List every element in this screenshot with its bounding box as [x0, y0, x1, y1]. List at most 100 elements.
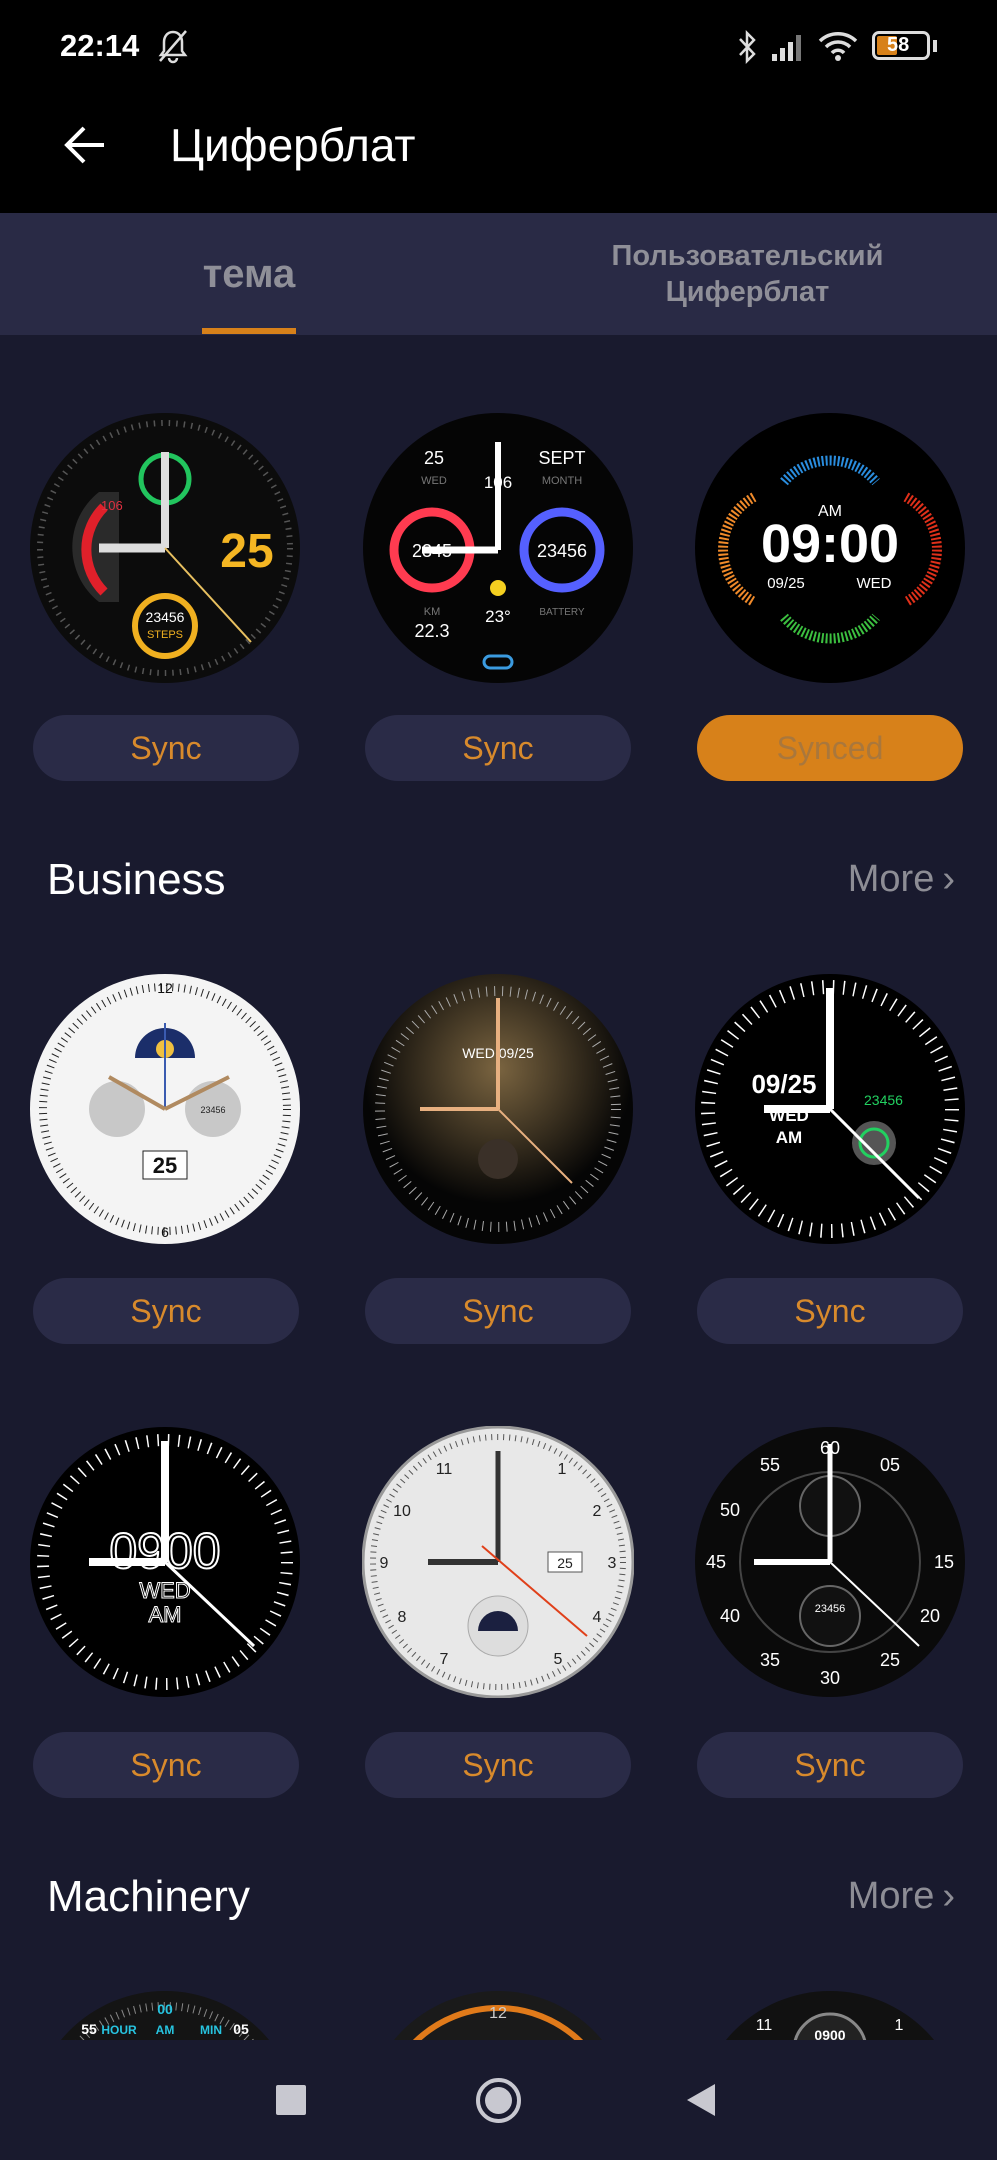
svg-text:7: 7	[440, 1651, 449, 1668]
home-circle-icon[interactable]	[476, 2078, 521, 2123]
chevron-right-icon: ›	[942, 858, 955, 900]
sync-button[interactable]: Sync	[33, 1278, 299, 1344]
sync-button[interactable]: Sync	[33, 1732, 299, 1798]
svg-text:25: 25	[557, 1555, 573, 1571]
svg-text:20: 20	[920, 1606, 940, 1626]
svg-text:15: 15	[934, 1552, 954, 1572]
sync-button[interactable]: Sync	[33, 715, 299, 781]
watchface-machinery-2[interactable]: 12	[362, 1990, 634, 2040]
svg-text:AM: AM	[776, 1128, 802, 1147]
svg-text:BATTERY: BATTERY	[539, 607, 585, 618]
synced-button[interactable]: Synced	[697, 715, 963, 781]
sync-button[interactable]: Sync	[697, 1732, 963, 1798]
svg-text:9: 9	[380, 1555, 389, 1572]
svg-text:106: 106	[101, 498, 123, 513]
svg-text:HOUR: HOUR	[101, 2023, 137, 2037]
more-label: More	[847, 858, 935, 900]
svg-text:23456: 23456	[537, 541, 587, 561]
svg-text:50: 50	[720, 1500, 740, 1520]
svg-text:10: 10	[393, 1503, 411, 1520]
signal-icon	[772, 35, 801, 61]
watchface-machinery-1[interactable]: 00 55 05 HOUR AM MIN	[29, 1990, 301, 2040]
svg-text:SEPT: SEPT	[538, 448, 585, 468]
svg-text:05: 05	[880, 1455, 900, 1475]
svg-text:MONTH: MONTH	[542, 475, 582, 487]
tab-custom-label: Пользовательский Циферблат	[611, 240, 884, 308]
watchface-machinery-3[interactable]: 11 1 0900	[694, 1990, 966, 2040]
svg-text:35: 35	[760, 1650, 780, 1670]
business-more-link[interactable]: More ›	[848, 858, 955, 901]
sync-button[interactable]: Sync	[365, 715, 631, 781]
svg-text:55: 55	[760, 1455, 780, 1475]
tab-custom-watchface[interactable]: Пользовательский Циферблат	[600, 213, 895, 335]
more-label: More	[847, 1875, 935, 1917]
svg-text:23456: 23456	[815, 1603, 846, 1615]
tab-bar: тема Пользовательский Циферблат	[0, 213, 997, 335]
svg-text:4: 4	[593, 1609, 602, 1626]
watchface-business-6[interactable]: 60 05 55 50 45 15 40 20 35 25 30 23456	[694, 1426, 966, 1698]
svg-text:AM: AM	[156, 2023, 175, 2037]
page-title: Циферблат	[170, 119, 416, 171]
bell-off-icon	[158, 30, 188, 64]
svg-text:1: 1	[558, 1461, 567, 1478]
watchface-recent-2[interactable]: 25 WED SEPT MONTH 106 2345 23456 23° KM2…	[362, 412, 634, 684]
tab-theme-label: тема	[202, 251, 296, 296]
section-title-business: Business	[47, 855, 226, 904]
svg-text:AM: AM	[149, 1602, 182, 1627]
svg-text:55: 55	[81, 2021, 97, 2037]
watchface-business-2[interactable]: WED 09/25	[362, 973, 634, 1245]
back-triangle-icon[interactable]	[685, 2082, 717, 2118]
battery-level: 58	[887, 34, 910, 56]
sync-button[interactable]: Sync	[697, 1278, 963, 1344]
app-bar: Циферблат	[0, 100, 997, 213]
svg-text:25: 25	[880, 1650, 900, 1670]
svg-text:09:00: 09:00	[761, 514, 899, 574]
svg-text:WED: WED	[139, 1578, 190, 1603]
svg-text:00: 00	[157, 2001, 173, 2017]
svg-text:05: 05	[233, 2021, 249, 2037]
svg-text:STEPS: STEPS	[147, 629, 183, 641]
status-bar: 22:14 58	[0, 0, 997, 100]
svg-text:WED: WED	[857, 575, 892, 592]
sync-button[interactable]: Sync	[365, 1732, 631, 1798]
svg-text:KM: KM	[424, 606, 441, 618]
watchface-recent-1[interactable]: 106 23456 STEPS 25	[29, 412, 301, 684]
svg-text:09/25: 09/25	[767, 575, 805, 592]
svg-text:12: 12	[489, 2005, 507, 2022]
svg-text:22.3: 22.3	[414, 621, 449, 641]
svg-text:25: 25	[153, 1153, 177, 1178]
svg-text:3: 3	[608, 1555, 617, 1572]
svg-text:11: 11	[756, 2017, 773, 2034]
svg-text:23456: 23456	[200, 1105, 225, 1115]
svg-text:5: 5	[554, 1651, 563, 1668]
svg-text:30: 30	[820, 1668, 840, 1688]
svg-text:8: 8	[398, 1609, 407, 1626]
svg-text:45: 45	[706, 1552, 726, 1572]
arrow-left-icon[interactable]	[60, 120, 110, 170]
watchface-business-1[interactable]: 12 6 23456 25	[29, 973, 301, 1245]
svg-text:40: 40	[720, 1606, 740, 1626]
watchface-business-4[interactable]: 0900 WED AM	[29, 1426, 301, 1698]
tab-theme[interactable]: тема	[0, 213, 498, 335]
battery-icon: 58	[872, 31, 930, 60]
svg-text:MIN: MIN	[200, 2023, 222, 2037]
watchface-business-3[interactable]: 09/25 WED AM 23456	[694, 973, 966, 1245]
svg-text:23456: 23456	[864, 1092, 903, 1108]
machinery-more-link[interactable]: More ›	[848, 1875, 955, 1918]
svg-text:11: 11	[436, 1461, 453, 1478]
watchface-business-5[interactable]: 11 1 2 10 9 3 8 4 7 5 25	[362, 1426, 634, 1698]
system-nav-bar	[0, 2050, 997, 2160]
svg-text:1: 1	[895, 2017, 904, 2034]
svg-text:2: 2	[593, 1503, 602, 1520]
active-tab-indicator	[202, 328, 296, 334]
status-time: 22:14	[60, 28, 140, 63]
sync-button[interactable]: Sync	[365, 1278, 631, 1344]
svg-text:6: 6	[161, 1224, 169, 1240]
recents-square-icon[interactable]	[276, 2085, 306, 2115]
svg-text:25: 25	[424, 448, 444, 468]
watchface-recent-3[interactable]: AM 09:00 09/25 WED	[694, 412, 966, 684]
machinery-faces-clip: 00 55 05 HOUR AM MIN 12 11 1 0900	[0, 1985, 997, 2040]
svg-text:23°: 23°	[485, 607, 511, 626]
svg-text:12: 12	[157, 980, 173, 996]
wifi-icon	[818, 32, 858, 61]
